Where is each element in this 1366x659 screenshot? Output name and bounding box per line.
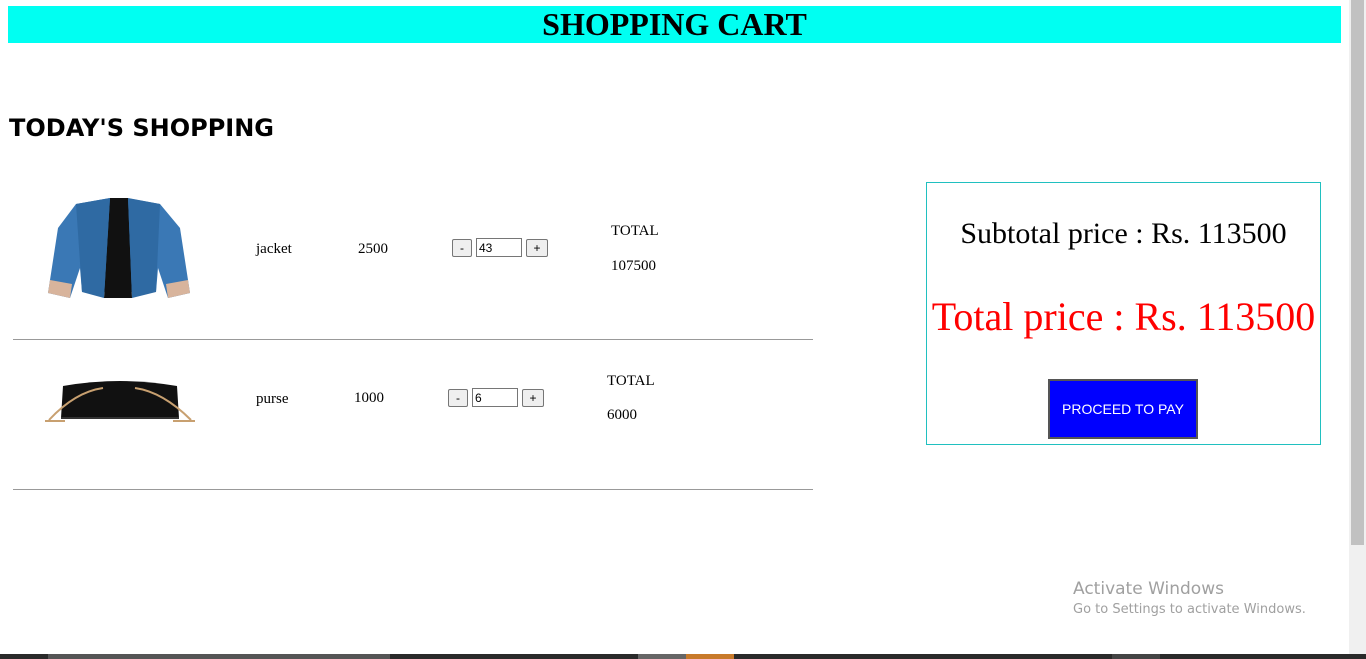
taskbar-item[interactable] — [686, 654, 734, 659]
item-total-value: 107500 — [611, 258, 656, 274]
quantity-input[interactable] — [472, 388, 518, 407]
page-title: SHOPPING CART — [542, 6, 807, 42]
quantity-stepper: - + — [452, 238, 548, 257]
item-price: 1000 — [354, 390, 384, 406]
item-price: 2500 — [358, 241, 388, 257]
purse-image — [45, 381, 195, 422]
scrollbar-thumb[interactable] — [1351, 0, 1364, 545]
activate-windows-watermark: Activate Windows Go to Settings to activ… — [1073, 579, 1306, 617]
row-divider — [13, 489, 813, 490]
taskbar — [0, 654, 1366, 659]
watermark-title: Activate Windows — [1073, 579, 1224, 599]
quantity-stepper: - + — [448, 388, 544, 407]
item-name: purse — [256, 391, 289, 407]
taskbar-item[interactable] — [1112, 654, 1160, 659]
proceed-to-pay-button[interactable]: PROCEED TO PAY — [1048, 379, 1198, 439]
item-name: jacket — [256, 241, 292, 257]
taskbar-item[interactable] — [48, 654, 390, 659]
section-title: TODAY'S SHOPPING — [9, 114, 275, 142]
jacket-image — [48, 198, 190, 298]
header-bar: SHOPPING CART — [8, 6, 1341, 43]
decrease-quantity-button[interactable]: - — [452, 238, 472, 257]
quantity-input[interactable] — [476, 238, 522, 257]
taskbar-item[interactable] — [638, 654, 686, 659]
item-total-label: TOTAL — [611, 223, 659, 239]
subtotal-price: Subtotal price : Rs. 113500 — [960, 217, 1287, 250]
item-total-label: TOTAL — [607, 373, 655, 389]
total-price: Total price : Rs. 113500 — [931, 294, 1316, 339]
watermark-subtitle: Go to Settings to activate Windows. — [1073, 602, 1306, 617]
cart-row-purse: purse 1000 - + TOTAL 6000 — [13, 340, 813, 490]
increase-quantity-button[interactable]: + — [526, 238, 548, 257]
increase-quantity-button[interactable]: + — [522, 388, 544, 407]
item-total-value: 6000 — [607, 407, 637, 423]
cart-row-jacket: jacket 2500 - + TOTAL 107500 — [13, 190, 813, 340]
decrease-quantity-button[interactable]: - — [448, 388, 468, 407]
order-summary-panel: Subtotal price : Rs. 113500 Total price … — [926, 182, 1321, 445]
